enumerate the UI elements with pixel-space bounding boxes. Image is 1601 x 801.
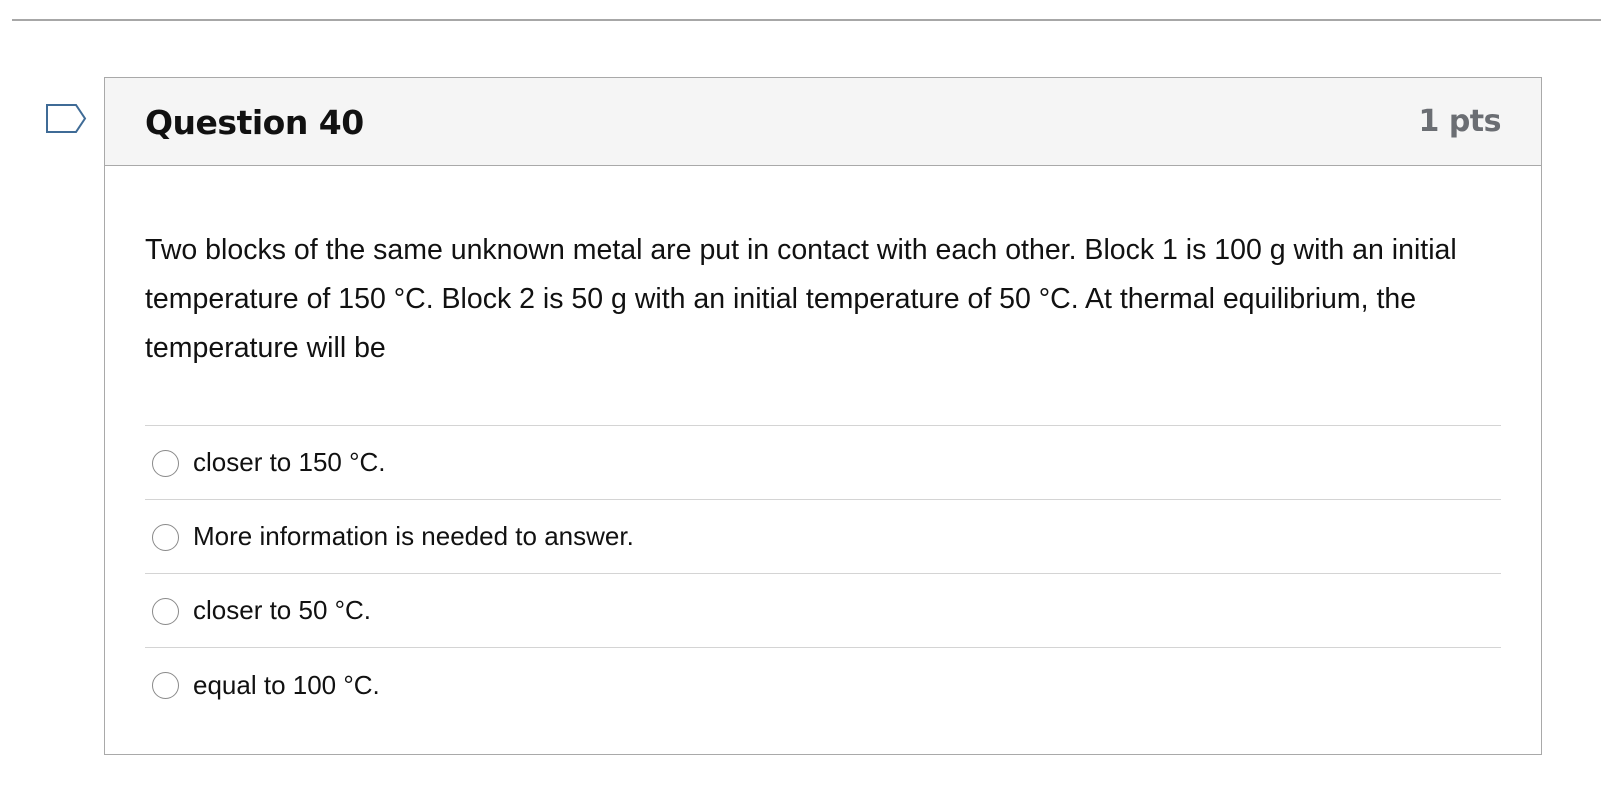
question-title: Question 40 xyxy=(145,103,364,142)
answer-option[interactable]: More information is needed to answer. xyxy=(145,500,1501,574)
quiz-page: Question 40 1 pts Two blocks of the same… xyxy=(0,0,1601,801)
question-text: Two blocks of the same unknown metal are… xyxy=(145,166,1501,426)
question-body: Two blocks of the same unknown metal are… xyxy=(105,166,1541,722)
radio-button[interactable] xyxy=(152,672,179,699)
answer-label[interactable]: closer to 50 °C. xyxy=(193,595,371,626)
answer-label[interactable]: equal to 100 °C. xyxy=(193,670,380,701)
question-card: Question 40 1 pts Two blocks of the same… xyxy=(104,77,1542,755)
radio-button[interactable] xyxy=(152,449,179,477)
flag-bookmark-icon[interactable] xyxy=(45,103,89,137)
answer-label[interactable]: closer to 150 °C. xyxy=(193,447,386,478)
question-points: 1 pts xyxy=(1418,104,1502,139)
answer-option[interactable]: equal to 100 °C. xyxy=(145,648,1501,722)
answer-option[interactable]: closer to 150 °C. xyxy=(145,426,1501,500)
answer-list: closer to 150 °C. More information is ne… xyxy=(145,426,1501,722)
top-divider xyxy=(12,19,1601,21)
answer-label[interactable]: More information is needed to answer. xyxy=(193,521,634,552)
answer-option[interactable]: closer to 50 °C. xyxy=(145,574,1501,648)
question-header: Question 40 1 pts xyxy=(105,78,1541,166)
radio-button[interactable] xyxy=(152,597,179,625)
radio-button[interactable] xyxy=(152,523,179,551)
